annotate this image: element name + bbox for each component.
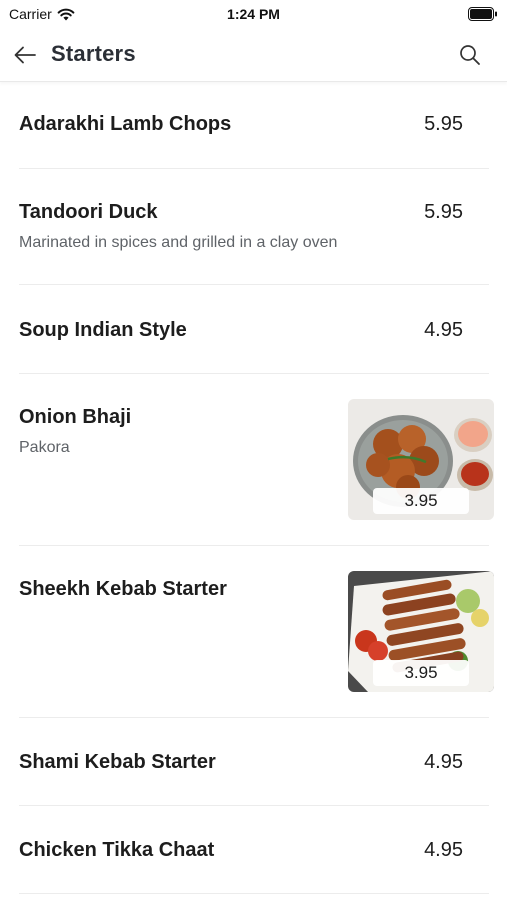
image-price-label: 3.95 [373,488,469,514]
item-price: 5.95 [424,201,463,223]
menu-item[interactable]: Sheekh Kebab Starter 3.95 [19,546,494,718]
item-description: Pakora [19,439,70,456]
page-title: Starters [51,41,136,66]
status-time: 1:24 PM [227,6,280,22]
menu-item[interactable]: Soup Indian Style 4.95 [19,285,489,374]
back-button[interactable] [10,40,40,70]
item-name: Sheekh Kebab Starter [19,578,227,600]
item-price: 4.95 [424,319,463,341]
menu-item[interactable]: Tandoori Duck Marinated in spices and gr… [19,169,489,285]
nav-bar: Starters [0,28,507,82]
menu-item[interactable]: Chicken Tikka Chaat 4.95 [19,806,489,894]
item-image[interactable]: 3.95 [348,399,494,520]
search-button[interactable] [455,40,485,70]
image-price-label: 3.95 [373,660,469,686]
menu-item[interactable]: Shami Kebab Starter 4.95 [19,718,489,806]
menu-item[interactable]: Adarakhi Lamb Chops 5.95 [19,82,489,169]
item-name: Soup Indian Style [19,319,187,341]
item-name: Shami Kebab Starter [19,751,216,773]
item-price: 5.95 [424,113,463,135]
item-name: Tandoori Duck [19,201,158,223]
item-name: Onion Bhaji [19,406,132,428]
item-image[interactable]: 3.95 [348,571,494,692]
search-icon [460,45,480,65]
menu-item[interactable]: Onion Bhaji Pakora 3.95 [19,374,494,546]
battery-icon [468,7,497,21]
item-name: Adarakhi Lamb Chops [19,113,232,135]
item-price: 4.95 [424,751,463,773]
item-price: 4.95 [424,839,463,861]
item-description: Marinated in spices and grilled in a cla… [19,234,338,251]
menu-list: Adarakhi Lamb Chops 5.95 Tandoori Duck M… [0,82,507,894]
status-bar: Carrier 1:24 PM [0,0,507,28]
item-name: Chicken Tikka Chaat [19,839,215,861]
arrow-left-icon [14,46,36,64]
